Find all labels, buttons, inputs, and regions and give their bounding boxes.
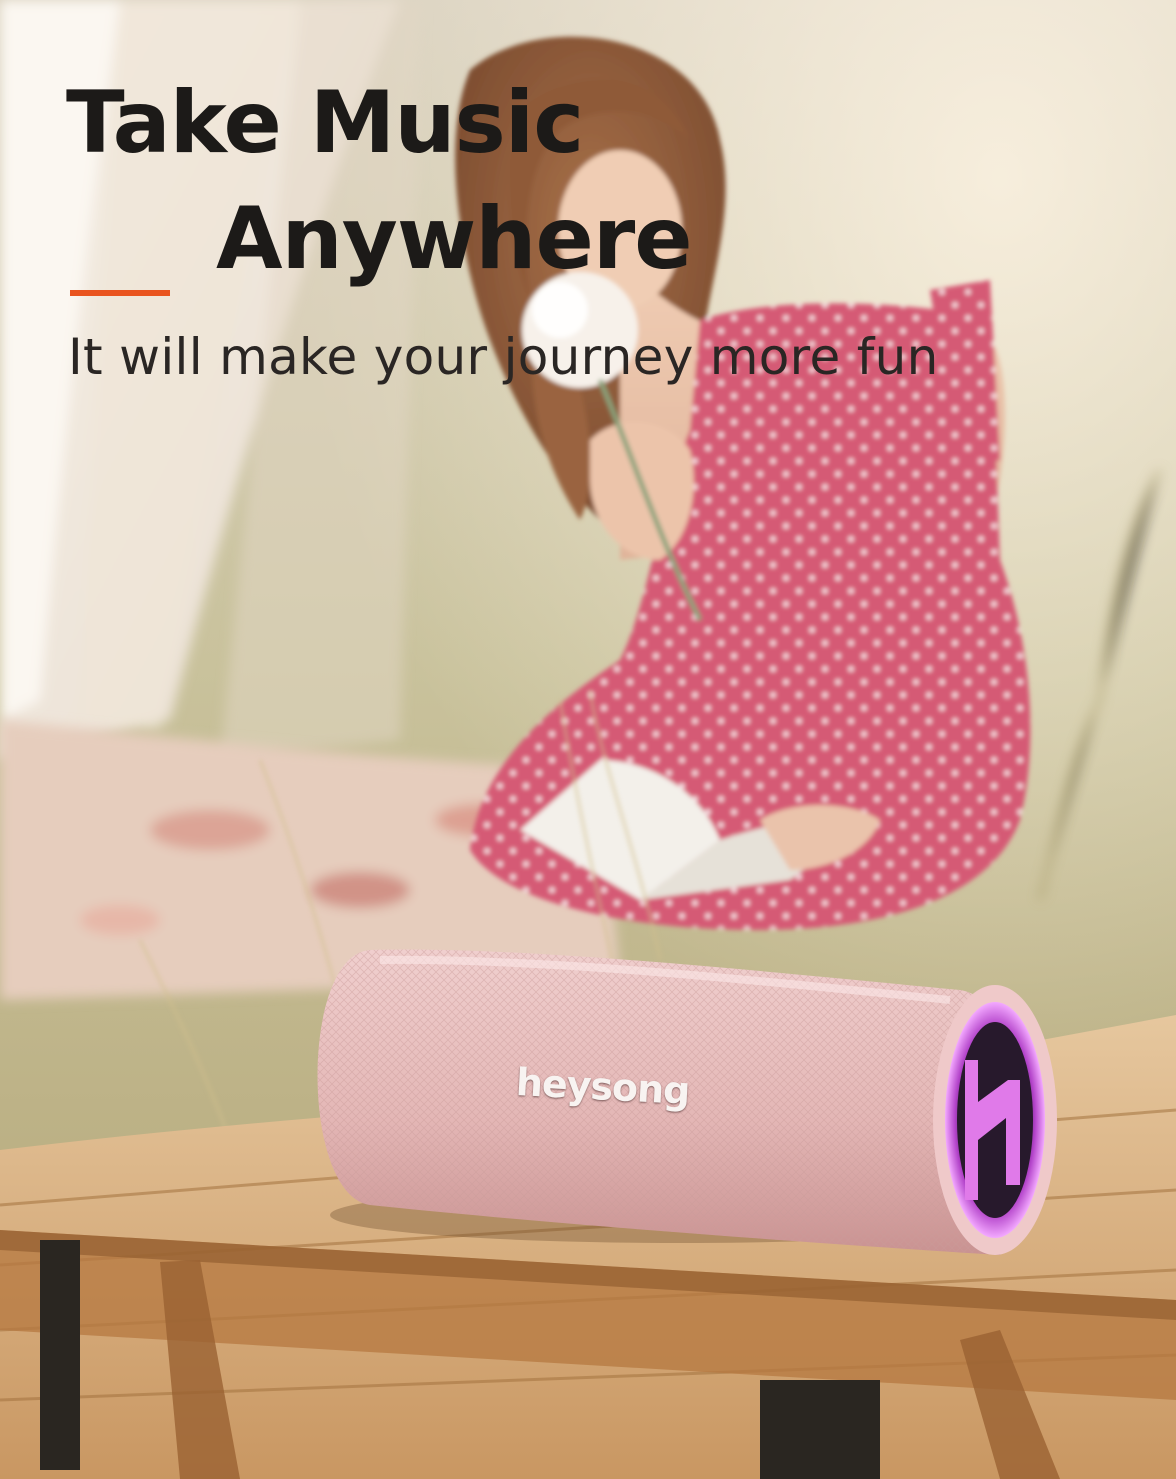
headline-line-2: Anywhere	[216, 189, 693, 289]
speaker-brand-logo: heysong	[514, 1060, 691, 1114]
accent-underline	[70, 290, 170, 296]
tagline: It will make your journey more fun	[68, 328, 939, 386]
headline-line-1: Take Music	[66, 73, 584, 173]
